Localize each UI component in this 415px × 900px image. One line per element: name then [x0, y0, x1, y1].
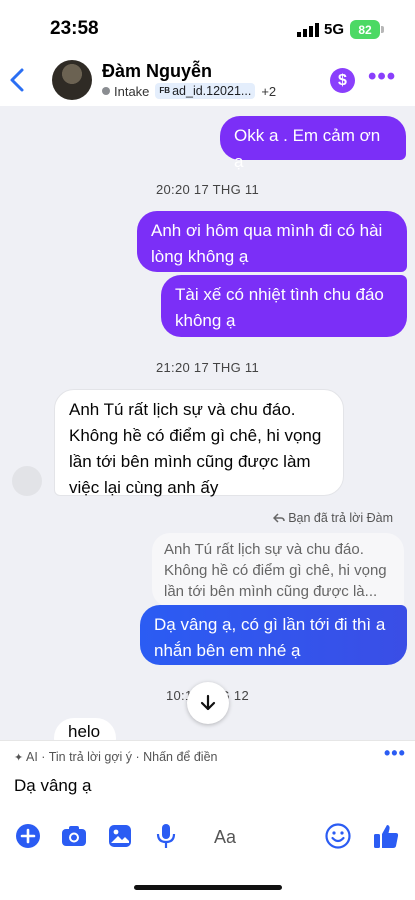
add-icon[interactable] [12, 820, 44, 852]
status-dot-icon [102, 87, 110, 95]
fb-tag-prefix: FB [159, 86, 171, 95]
reply-note: Bạn đã trả lời Đàm [272, 511, 393, 525]
ad-id-tag[interactable]: FB ad_id.12021... [155, 83, 256, 99]
scroll-to-bottom-button[interactable] [187, 682, 229, 724]
emoji-icon[interactable] [322, 820, 354, 852]
home-indicator [134, 885, 282, 890]
signal-icon [297, 23, 319, 37]
gallery-icon[interactable] [104, 820, 136, 852]
suggestion-more-icon[interactable]: ••• [384, 743, 406, 764]
battery-nub [381, 26, 384, 33]
composer-toolbar: Aa [0, 820, 415, 856]
reply-note-text: Bạn đã trả lời Đàm [288, 511, 393, 525]
message-outgoing[interactable]: Okk a . Em cảm ơn ạ [220, 116, 406, 171]
microphone-icon[interactable] [150, 820, 182, 852]
camera-icon[interactable] [58, 820, 90, 852]
message-incoming[interactable]: helo [54, 718, 116, 740]
sparkle-icon: ✦ [14, 752, 24, 764]
message-outgoing[interactable]: Anh ơi hôm qua mình đi có hài lòng không… [137, 211, 407, 272]
timestamp: 21:20 17 THG 11 [155, 360, 260, 375]
arrow-down-icon [200, 694, 216, 711]
network-label: 5G [324, 21, 345, 38]
sender-avatar [12, 466, 42, 496]
contact-labels: Intake FB ad_id.12021... +2 [102, 83, 276, 99]
timestamp: 20:20 17 THG 11 [155, 182, 260, 197]
battery-level: 82 [358, 22, 372, 37]
contact-name[interactable]: Đàm Nguyễn [102, 61, 212, 82]
more-labels-count[interactable]: +2 [261, 84, 276, 99]
suggested-reply[interactable]: Dạ vâng ạ [14, 776, 92, 796]
conversation-header: Đàm Nguyễn Intake FB ad_id.12021... +2 $ … [0, 58, 415, 106]
message-outgoing[interactable]: Dạ vâng ạ, có gì lần tới đi thì a nhắn b… [140, 605, 407, 665]
label-intake[interactable]: Intake [114, 84, 149, 99]
message-thread[interactable]: Okk a . Em cảm ơn ạ 20:20 17 THG 11 Anh … [0, 106, 415, 740]
reply-icon [272, 513, 285, 523]
battery-icon: 82 [350, 20, 380, 39]
status-bar: 23:58 5G 82 [0, 0, 415, 58]
suggestion-hint[interactable]: ✦ AI · Tin trả lời gợi ý · Nhấn để điền [14, 750, 218, 764]
back-icon[interactable] [8, 66, 28, 94]
message-input[interactable]: Aa [214, 827, 236, 848]
message-outgoing[interactable]: Tài xế có nhiệt tình chu đáo không ạ [161, 275, 407, 337]
avatar[interactable] [52, 60, 92, 100]
message-incoming[interactable]: Anh Tú rất lịch sự và chu đáo. Không hề … [54, 389, 344, 497]
clock: 23:58 [50, 18, 99, 39]
like-icon[interactable] [370, 820, 402, 852]
suggestion-hint-text: AI · Tin trả lời gợi ý · Nhấn để điền [26, 750, 218, 764]
more-options-icon[interactable]: ••• [368, 65, 396, 89]
ad-id-text: ad_id.12021... [172, 84, 252, 98]
payment-icon[interactable]: $ [330, 68, 355, 93]
quoted-message[interactable]: Anh Tú rất lịch sự và chu đáo. Không hề … [152, 533, 404, 607]
ai-suggestion-bar: ✦ AI · Tin trả lời gợi ý · Nhấn để điền … [0, 740, 415, 771]
